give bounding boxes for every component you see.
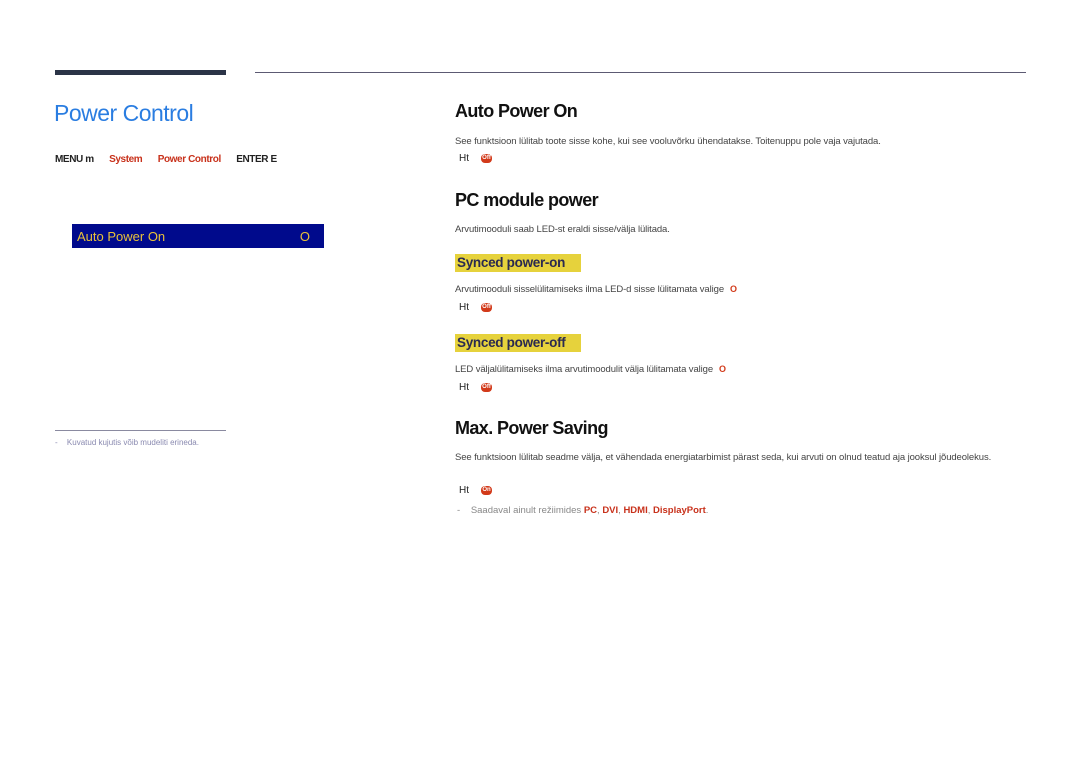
subheading-synced-power-on: Synced power-on [455,254,581,272]
section-heading-max-power-saving: Max. Power Saving [455,418,608,438]
osd-value: O [299,228,310,244]
subsection-description: Arvutimooduli sisselülitamiseks ilma LED… [455,282,1015,297]
mode-hdmi: HDMI [623,505,648,516]
options-label: Ht [459,302,469,313]
options-label: Ht [459,382,469,393]
section-heading-pc-module-power: PC module power [455,190,599,210]
page-title: Power Control [54,100,194,126]
osd-label: Auto Power On [77,228,166,244]
osd-menu-item: Auto Power On O [72,224,324,248]
menu-path-item: MENU m [55,154,94,165]
header-rule-thin [255,72,1026,73]
menu-path-item: ENTER E [236,154,277,165]
mode-dvi: DVI [602,505,619,516]
options-row: Ht Off [459,302,492,313]
availability-note: - Saadaval ainult režiimides PC, DVI, HD… [457,505,709,516]
off-badge-icon: Off [481,303,492,312]
mode-pc: PC [583,505,598,516]
section-description: See funktsioon lülitab seadme välja, et … [455,452,992,463]
on-badge-icon: O [719,364,726,374]
menu-path-item: System [109,154,143,165]
off-badge-icon: Off [481,154,492,163]
options-label: Ht [459,485,469,496]
note-prefix: Saadaval ainult režiimides [470,505,582,516]
on-badge-icon: On [481,486,492,495]
description-text: Arvutimooduli sisselülitamiseks ilma LED… [455,284,724,295]
options-row: Ht On [459,485,492,496]
mode-displayport: DisplayPort [653,505,706,516]
note-dash: - [457,505,461,516]
section-description: See funktsioon lülitab toote sisse kohe,… [455,136,881,147]
menu-path-item: Power Control [157,154,222,165]
off-badge-icon: Off [481,383,492,392]
subsection-description: LED väljalülitamiseks ilma arvutimooduli… [455,362,1015,377]
options-row: Ht Off [459,382,492,393]
section-description: Arvutimooduli saab LED-st eraldi sisse/v… [455,224,670,235]
menu-path: MENU m System Power Control ENTER E [55,154,290,165]
footnote-dash: - [55,438,58,447]
options-row: Ht Off [459,153,492,164]
footnote-text: Kuvatud kujutis võib mudeliti erineda. [66,438,199,447]
note-suffix: . [705,505,709,516]
description-text: LED väljalülitamiseks ilma arvutimooduli… [455,364,714,375]
header-rule-thick [55,70,226,75]
on-badge-icon: O [730,284,737,294]
footnote-rule [55,430,226,431]
options-label: Ht [459,153,469,164]
section-heading-auto-power-on: Auto Power On [455,101,578,121]
footnote: - Kuvatud kujutis võib mudeliti erineda. [55,438,199,447]
subheading-synced-power-off: Synced power-off [455,334,581,352]
